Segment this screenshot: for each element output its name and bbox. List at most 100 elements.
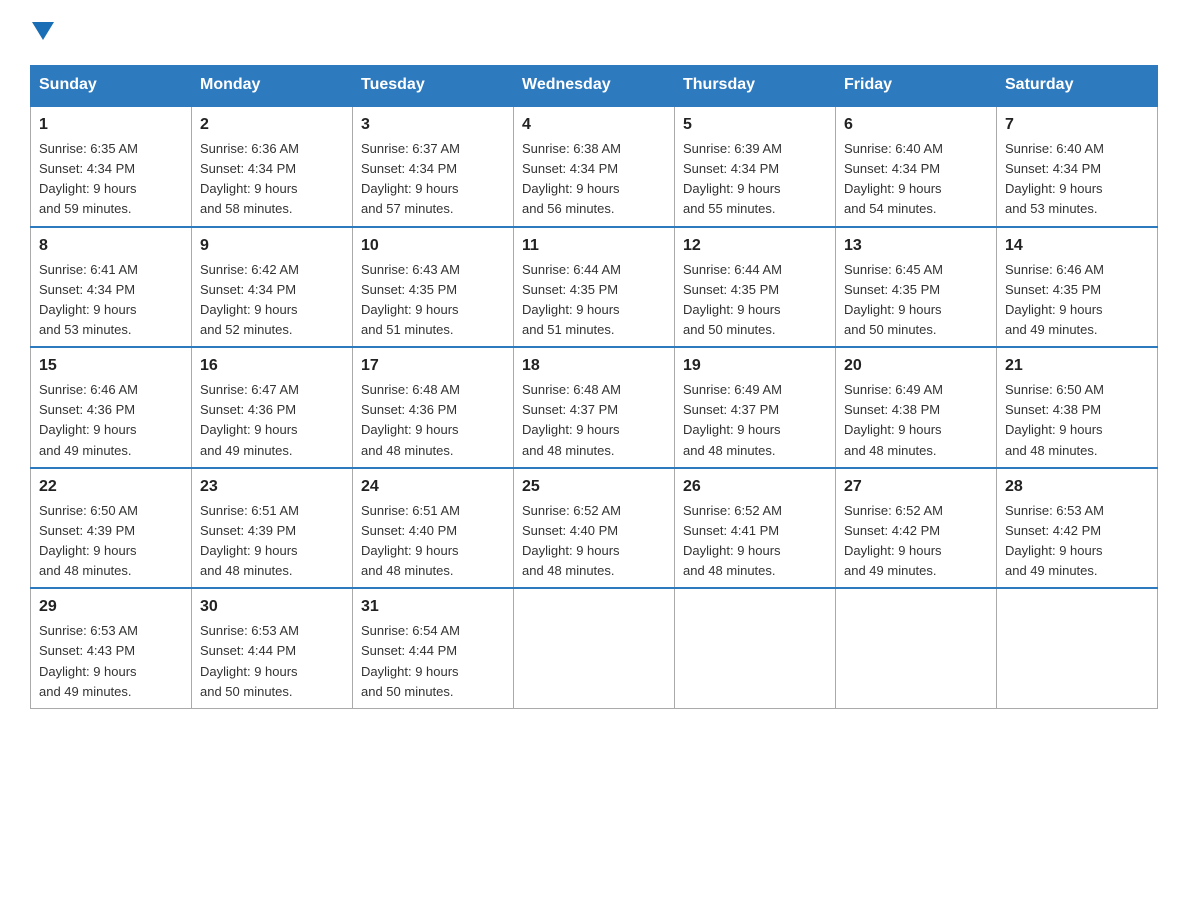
calendar-cell: 2 Sunrise: 6:36 AMSunset: 4:34 PMDayligh… [192,106,353,227]
day-number: 21 [1005,354,1149,378]
calendar-cell: 15 Sunrise: 6:46 AMSunset: 4:36 PMDaylig… [31,347,192,468]
logo [30,20,54,45]
day-number: 11 [522,234,666,258]
calendar-cell: 11 Sunrise: 6:44 AMSunset: 4:35 PMDaylig… [514,227,675,348]
day-info: Sunrise: 6:53 AMSunset: 4:43 PMDaylight:… [39,623,138,698]
day-info: Sunrise: 6:52 AMSunset: 4:42 PMDaylight:… [844,503,943,578]
day-header-saturday: Saturday [997,66,1158,106]
calendar-cell: 19 Sunrise: 6:49 AMSunset: 4:37 PMDaylig… [675,347,836,468]
day-info: Sunrise: 6:48 AMSunset: 4:36 PMDaylight:… [361,382,460,457]
calendar-cell: 27 Sunrise: 6:52 AMSunset: 4:42 PMDaylig… [836,468,997,589]
day-info: Sunrise: 6:43 AMSunset: 4:35 PMDaylight:… [361,262,460,337]
day-number: 1 [39,113,183,137]
logo-triangle-icon [32,22,54,40]
calendar-cell: 30 Sunrise: 6:53 AMSunset: 4:44 PMDaylig… [192,588,353,708]
day-number: 25 [522,475,666,499]
day-header-tuesday: Tuesday [353,66,514,106]
day-number: 30 [200,595,344,619]
calendar-cell: 7 Sunrise: 6:40 AMSunset: 4:34 PMDayligh… [997,106,1158,227]
day-number: 3 [361,113,505,137]
day-header-monday: Monday [192,66,353,106]
calendar-cell: 21 Sunrise: 6:50 AMSunset: 4:38 PMDaylig… [997,347,1158,468]
day-number: 14 [1005,234,1149,258]
day-number: 29 [39,595,183,619]
day-info: Sunrise: 6:51 AMSunset: 4:39 PMDaylight:… [200,503,299,578]
day-info: Sunrise: 6:46 AMSunset: 4:35 PMDaylight:… [1005,262,1104,337]
week-row-3: 15 Sunrise: 6:46 AMSunset: 4:36 PMDaylig… [31,347,1158,468]
day-number: 26 [683,475,827,499]
day-number: 15 [39,354,183,378]
calendar-cell: 18 Sunrise: 6:48 AMSunset: 4:37 PMDaylig… [514,347,675,468]
day-info: Sunrise: 6:52 AMSunset: 4:41 PMDaylight:… [683,503,782,578]
day-info: Sunrise: 6:50 AMSunset: 4:38 PMDaylight:… [1005,382,1104,457]
calendar-cell: 14 Sunrise: 6:46 AMSunset: 4:35 PMDaylig… [997,227,1158,348]
calendar-cell: 6 Sunrise: 6:40 AMSunset: 4:34 PMDayligh… [836,106,997,227]
day-number: 16 [200,354,344,378]
day-info: Sunrise: 6:47 AMSunset: 4:36 PMDaylight:… [200,382,299,457]
day-number: 7 [1005,113,1149,137]
day-number: 13 [844,234,988,258]
day-info: Sunrise: 6:45 AMSunset: 4:35 PMDaylight:… [844,262,943,337]
day-number: 9 [200,234,344,258]
calendar-cell: 17 Sunrise: 6:48 AMSunset: 4:36 PMDaylig… [353,347,514,468]
day-number: 6 [844,113,988,137]
calendar-cell: 22 Sunrise: 6:50 AMSunset: 4:39 PMDaylig… [31,468,192,589]
calendar-cell: 10 Sunrise: 6:43 AMSunset: 4:35 PMDaylig… [353,227,514,348]
day-info: Sunrise: 6:51 AMSunset: 4:40 PMDaylight:… [361,503,460,578]
day-info: Sunrise: 6:38 AMSunset: 4:34 PMDaylight:… [522,141,621,216]
day-header-wednesday: Wednesday [514,66,675,106]
day-number: 22 [39,475,183,499]
calendar-cell: 31 Sunrise: 6:54 AMSunset: 4:44 PMDaylig… [353,588,514,708]
calendar-cell: 5 Sunrise: 6:39 AMSunset: 4:34 PMDayligh… [675,106,836,227]
day-info: Sunrise: 6:53 AMSunset: 4:44 PMDaylight:… [200,623,299,698]
day-number: 8 [39,234,183,258]
calendar-cell: 12 Sunrise: 6:44 AMSunset: 4:35 PMDaylig… [675,227,836,348]
day-info: Sunrise: 6:42 AMSunset: 4:34 PMDaylight:… [200,262,299,337]
day-info: Sunrise: 6:36 AMSunset: 4:34 PMDaylight:… [200,141,299,216]
day-number: 31 [361,595,505,619]
day-info: Sunrise: 6:44 AMSunset: 4:35 PMDaylight:… [522,262,621,337]
day-info: Sunrise: 6:39 AMSunset: 4:34 PMDaylight:… [683,141,782,216]
day-number: 27 [844,475,988,499]
day-info: Sunrise: 6:40 AMSunset: 4:34 PMDaylight:… [1005,141,1104,216]
day-info: Sunrise: 6:53 AMSunset: 4:42 PMDaylight:… [1005,503,1104,578]
page-header [30,20,1158,45]
day-info: Sunrise: 6:50 AMSunset: 4:39 PMDaylight:… [39,503,138,578]
day-header-thursday: Thursday [675,66,836,106]
calendar-cell: 9 Sunrise: 6:42 AMSunset: 4:34 PMDayligh… [192,227,353,348]
day-info: Sunrise: 6:48 AMSunset: 4:37 PMDaylight:… [522,382,621,457]
calendar-cell: 8 Sunrise: 6:41 AMSunset: 4:34 PMDayligh… [31,227,192,348]
day-number: 18 [522,354,666,378]
calendar-header-row: SundayMondayTuesdayWednesdayThursdayFrid… [31,66,1158,106]
day-header-friday: Friday [836,66,997,106]
day-info: Sunrise: 6:35 AMSunset: 4:34 PMDaylight:… [39,141,138,216]
calendar-cell: 29 Sunrise: 6:53 AMSunset: 4:43 PMDaylig… [31,588,192,708]
week-row-1: 1 Sunrise: 6:35 AMSunset: 4:34 PMDayligh… [31,106,1158,227]
day-info: Sunrise: 6:49 AMSunset: 4:38 PMDaylight:… [844,382,943,457]
calendar-cell: 13 Sunrise: 6:45 AMSunset: 4:35 PMDaylig… [836,227,997,348]
calendar-cell [675,588,836,708]
day-info: Sunrise: 6:49 AMSunset: 4:37 PMDaylight:… [683,382,782,457]
day-number: 4 [522,113,666,137]
calendar-cell: 23 Sunrise: 6:51 AMSunset: 4:39 PMDaylig… [192,468,353,589]
calendar-cell: 24 Sunrise: 6:51 AMSunset: 4:40 PMDaylig… [353,468,514,589]
day-number: 28 [1005,475,1149,499]
calendar-cell [836,588,997,708]
calendar-cell: 1 Sunrise: 6:35 AMSunset: 4:34 PMDayligh… [31,106,192,227]
day-number: 5 [683,113,827,137]
day-info: Sunrise: 6:44 AMSunset: 4:35 PMDaylight:… [683,262,782,337]
calendar-cell: 20 Sunrise: 6:49 AMSunset: 4:38 PMDaylig… [836,347,997,468]
calendar-cell [997,588,1158,708]
calendar-cell: 28 Sunrise: 6:53 AMSunset: 4:42 PMDaylig… [997,468,1158,589]
calendar-cell: 16 Sunrise: 6:47 AMSunset: 4:36 PMDaylig… [192,347,353,468]
calendar-cell: 3 Sunrise: 6:37 AMSunset: 4:34 PMDayligh… [353,106,514,227]
day-info: Sunrise: 6:46 AMSunset: 4:36 PMDaylight:… [39,382,138,457]
day-header-sunday: Sunday [31,66,192,106]
day-number: 2 [200,113,344,137]
day-info: Sunrise: 6:40 AMSunset: 4:34 PMDaylight:… [844,141,943,216]
calendar-cell [514,588,675,708]
week-row-5: 29 Sunrise: 6:53 AMSunset: 4:43 PMDaylig… [31,588,1158,708]
day-number: 12 [683,234,827,258]
day-number: 19 [683,354,827,378]
week-row-4: 22 Sunrise: 6:50 AMSunset: 4:39 PMDaylig… [31,468,1158,589]
